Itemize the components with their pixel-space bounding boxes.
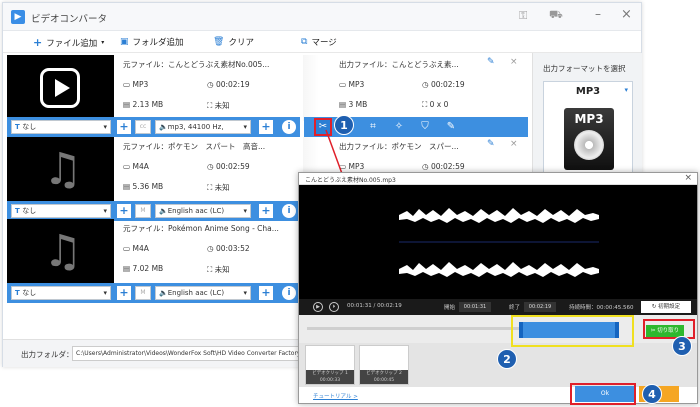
clip-thumbnail[interactable]: ビデオクリップ 2 00:00:45 bbox=[359, 345, 409, 385]
step-button[interactable]: ⏵ bbox=[329, 302, 339, 312]
duration-value: 00:00:45.560 bbox=[596, 305, 634, 311]
reset-button[interactable]: ↻ 初期設定 bbox=[641, 301, 691, 313]
step-badge-3: 3 bbox=[672, 336, 692, 356]
trim-timeline bbox=[299, 315, 697, 343]
end-time-input[interactable]: 00:02:19 bbox=[524, 302, 556, 312]
start-time-input[interactable]: 00:01:31 bbox=[459, 302, 491, 312]
trim-editor-window: こんとどうぶえ素材No.005.mp3 × ▶ ⏵ 00:01:31 / 00:… bbox=[298, 172, 698, 404]
waveform-icon bbox=[399, 208, 599, 277]
clip-label: ビデオクリップ 1 bbox=[312, 371, 348, 376]
playback-bar: ▶ ⏵ 00:01:31 / 00:02:19 開始 00:01:31 終了 0… bbox=[299, 299, 697, 315]
range-highlight bbox=[511, 315, 634, 347]
editor-title-bar: こんとどうぶえ素材No.005.mp3 × bbox=[299, 173, 697, 185]
step-badge-4: 4 bbox=[642, 384, 662, 404]
total-time: 00:02:19 bbox=[377, 303, 402, 309]
clip-time: 00:00:45 bbox=[373, 378, 395, 383]
clip-label: ビデオクリップ 2 bbox=[366, 371, 402, 376]
cut-highlight bbox=[643, 319, 695, 339]
editor-title: こんとどうぶえ素材No.005.mp3 bbox=[305, 177, 396, 184]
clip-thumbnail[interactable]: ビデオクリップ 1 00:00:33 bbox=[305, 345, 355, 385]
clip-time: 00:00:33 bbox=[319, 378, 341, 383]
end-label: 終了 bbox=[509, 305, 521, 311]
tutorial-link[interactable]: チュートリアル > bbox=[313, 392, 358, 400]
duration-label: 持続時間： bbox=[569, 305, 597, 311]
ok-highlight bbox=[570, 383, 636, 405]
start-label: 開始 bbox=[444, 305, 456, 311]
close-icon[interactable]: × bbox=[684, 173, 692, 183]
step-badge-1: 1 bbox=[334, 115, 354, 135]
step-badge-2: 2 bbox=[497, 349, 517, 369]
play-button[interactable]: ▶ bbox=[313, 302, 323, 312]
current-time: 00:01:31 bbox=[347, 303, 372, 309]
waveform-preview bbox=[299, 185, 697, 299]
